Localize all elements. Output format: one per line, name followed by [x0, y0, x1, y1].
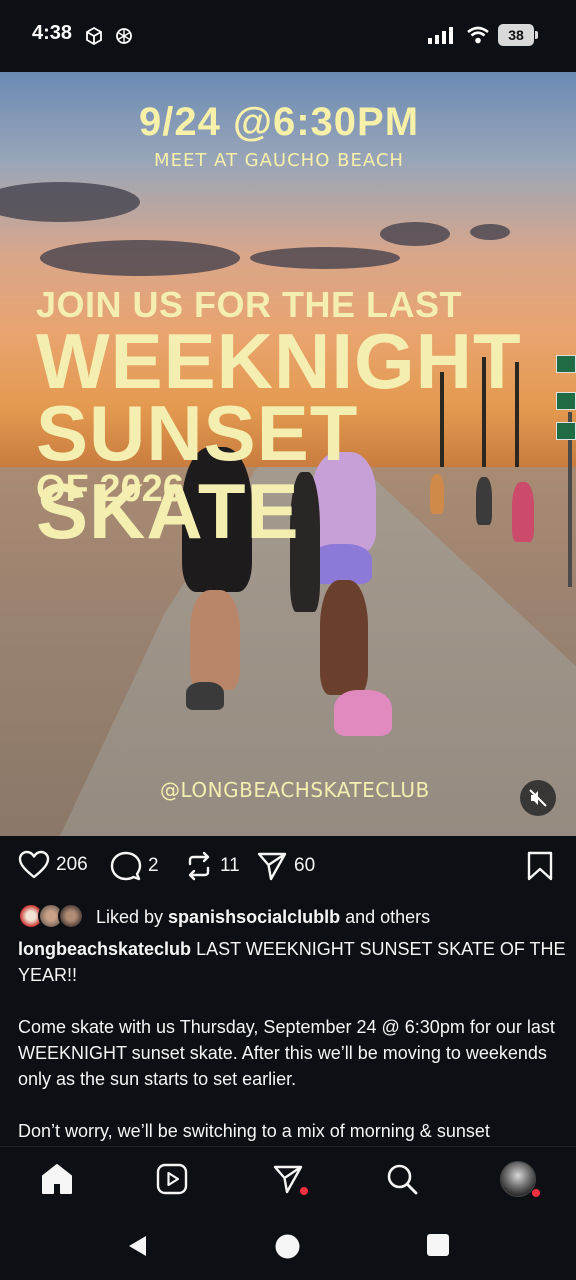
cloud — [380, 222, 450, 246]
poster-handle: @LONGBEACHSKATECLUB — [160, 778, 430, 802]
liked-by-user[interactable]: spanishsocialclublb — [168, 907, 340, 928]
cloud — [0, 182, 140, 222]
skater-left-legs — [190, 590, 240, 690]
comment-icon — [110, 851, 142, 881]
back-icon[interactable] — [126, 1234, 150, 1258]
caption-username[interactable]: longbeachskateclub — [18, 939, 191, 959]
reels-icon — [156, 1163, 188, 1195]
mute-button[interactable] — [520, 780, 556, 816]
post-caption: longbeachskateclub LAST WEEKNIGHT SUNSET… — [18, 936, 566, 1170]
save-button[interactable] — [526, 851, 554, 886]
shares-count: 60 — [294, 855, 316, 876]
bookmark-icon — [527, 851, 553, 881]
caption-paragraph-2: Come skate with us Thursday, September 2… — [18, 1017, 555, 1089]
home-circle-icon[interactable] — [275, 1234, 300, 1259]
repost-button[interactable]: 11 — [184, 850, 240, 882]
path-sign — [556, 355, 576, 373]
post-actions: 206 2 11 60 — [0, 836, 576, 900]
caption-paragraph-1: longbeachskateclub LAST WEEKNIGHT SUNSET… — [18, 936, 566, 988]
avatar — [58, 903, 84, 929]
home-icon — [42, 1164, 72, 1194]
liked-by-prefix: Liked by — [96, 906, 164, 927]
system-nav-bar — [0, 1212, 576, 1280]
battery-indicator: 38 — [498, 24, 538, 46]
likes-count: 206 — [56, 854, 88, 875]
roller-skates — [334, 690, 392, 736]
nav-search[interactable] — [384, 1161, 420, 1197]
cube-app-icon — [86, 26, 102, 46]
openai-app-icon — [116, 28, 132, 44]
liked-by-row[interactable]: Liked by spanishsocialclublb and others — [18, 902, 430, 932]
bottom-nav — [0, 1146, 576, 1212]
signal-icon — [428, 27, 453, 44]
poster-headline-year: OF 2026 — [36, 468, 184, 510]
comment-button[interactable]: 2 — [110, 850, 159, 882]
caption-paragraph-3: Don’t worry, we’ll be switching to a mix… — [18, 1121, 490, 1141]
skater-right-legs — [320, 580, 368, 695]
wifi-icon — [467, 26, 489, 44]
skateboard — [186, 682, 224, 710]
liked-by-avatars — [18, 903, 88, 931]
messages-notification-dot — [300, 1187, 308, 1195]
nav-profile[interactable] — [500, 1161, 540, 1197]
like-button[interactable]: 206 — [18, 850, 88, 880]
post-image[interactable]: 9/24 @6:30PM MEET AT GAUCHO BEACH JOIN U… — [0, 72, 576, 836]
repost-icon — [188, 851, 210, 881]
reposts-count: 11 — [220, 855, 240, 876]
battery-level: 38 — [498, 24, 534, 46]
status-time: 4:38 — [32, 22, 73, 44]
nav-reels[interactable] — [154, 1161, 190, 1197]
liked-by-suffix: and others — [345, 906, 431, 927]
profile-notification-dot — [532, 1189, 540, 1197]
poster-meet-location: MEET AT GAUCHO BEACH — [154, 150, 404, 171]
recents-icon[interactable] — [427, 1234, 449, 1256]
poster-date-time: 9/24 @6:30PM — [138, 100, 420, 144]
nav-messages[interactable] — [270, 1161, 308, 1197]
heart-icon — [18, 850, 50, 879]
mute-icon — [529, 789, 547, 807]
cloud — [250, 247, 400, 269]
cloud — [470, 224, 510, 240]
cloud — [40, 240, 240, 276]
status-bar: 4:38 38 — [0, 0, 576, 72]
profile-avatar — [500, 1161, 536, 1197]
search-icon — [387, 1164, 418, 1195]
nav-home[interactable] — [39, 1161, 75, 1197]
comments-count: 2 — [148, 855, 159, 876]
share-icon — [257, 852, 287, 881]
share-button[interactable]: 60 — [256, 850, 315, 882]
